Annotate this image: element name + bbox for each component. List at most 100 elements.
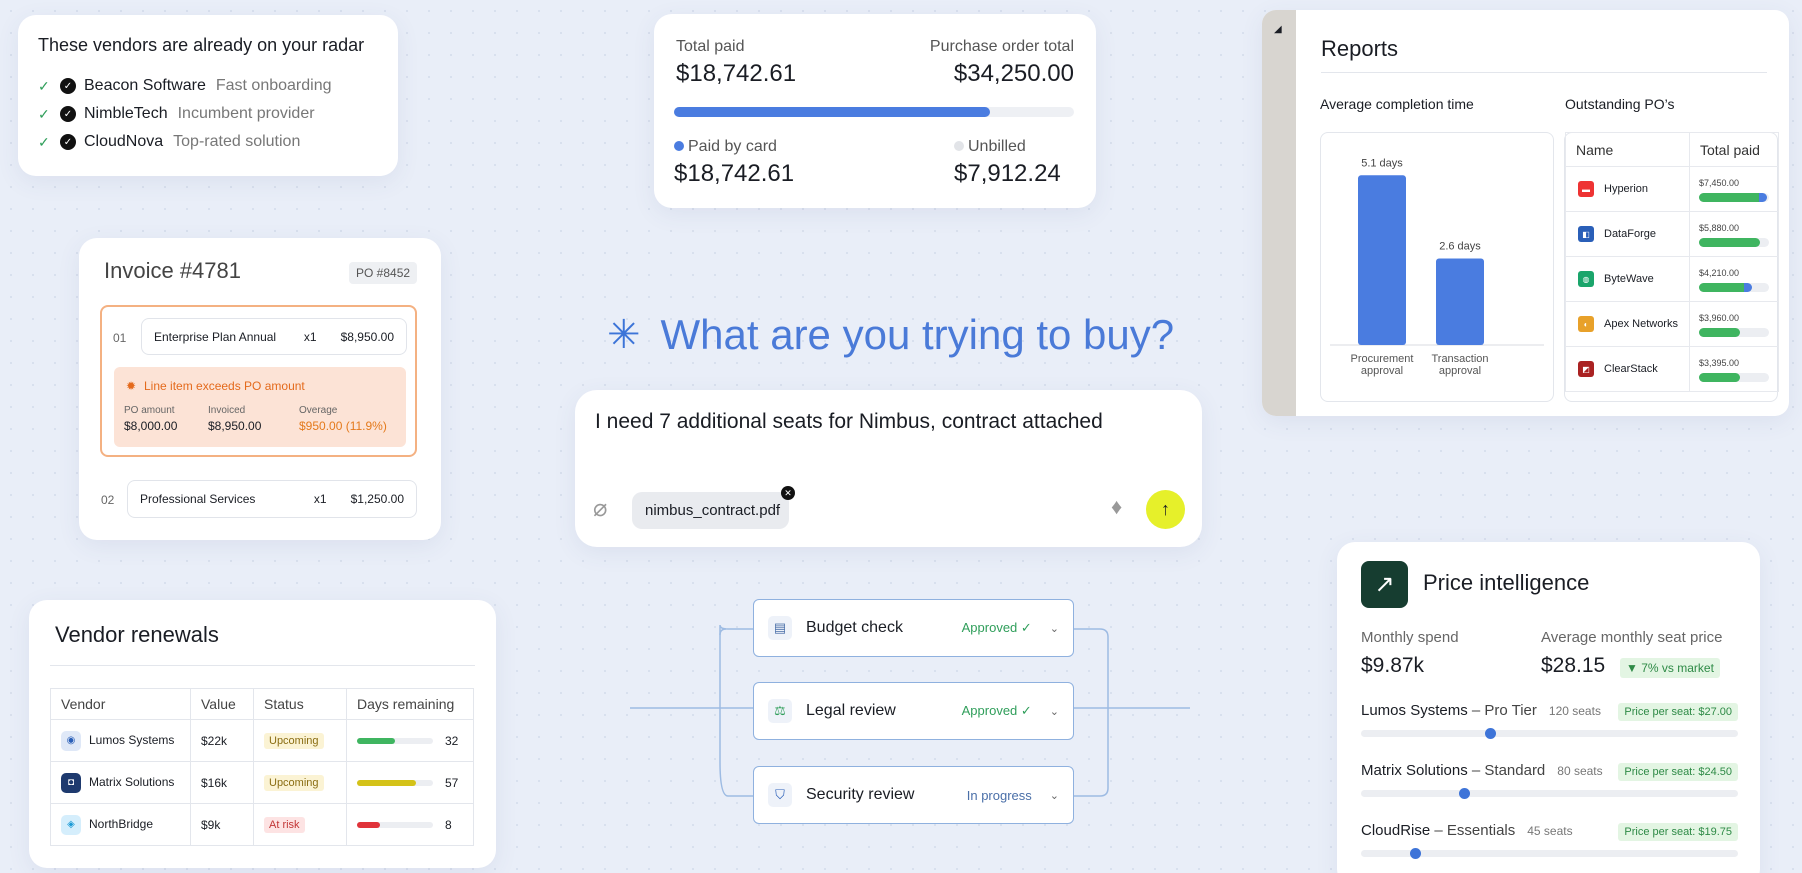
prompt-input[interactable]: I need 7 additional seats for Nimbus, co… xyxy=(595,410,1103,434)
sparkle-icon: ✳ xyxy=(607,313,641,357)
ledger-icon: ▤ xyxy=(768,616,792,640)
workflow-security-review[interactable]: ⛉ Security review In progress ⌄ xyxy=(753,766,1074,824)
po-vendor: Apex Networks xyxy=(1604,317,1678,330)
price-vendor: CloudRise – Essentials 45 seats xyxy=(1361,822,1573,839)
po-paid: $3,395.00 xyxy=(1699,357,1740,368)
po-paid-bar xyxy=(1699,192,1769,202)
line-number: 01 xyxy=(113,331,127,345)
attachment-chip[interactable]: nimbus_contract.pdf xyxy=(632,492,789,529)
payment-summary-card: Total paid $18,742.61 Purchase order tota… xyxy=(654,14,1096,208)
total-paid-value: $18,742.61 xyxy=(676,60,797,87)
po-total-value: $34,250.00 xyxy=(953,60,1074,87)
col-value: Value xyxy=(190,688,254,720)
days-bar xyxy=(357,738,433,745)
col-vendor: Vendor xyxy=(50,688,191,720)
arrow-up-icon: ↑ xyxy=(1161,499,1170,519)
step-status: Approved ✓ xyxy=(961,620,1032,635)
table-row[interactable]: ▬ Hyperion $7,450.00 xyxy=(1565,166,1779,212)
step-status: Approved ✓ xyxy=(961,703,1032,718)
divider xyxy=(1321,72,1767,73)
paperclip-icon[interactable]: ⌀ xyxy=(593,494,607,523)
po-badge: PO #8452 xyxy=(349,262,418,284)
check-icon: ✓ xyxy=(38,105,50,122)
paid-by-card-value: $18,742.61 xyxy=(674,160,795,187)
radar-title: These vendors are already on your radar xyxy=(38,35,365,55)
line-item-amount: $8,950.00 xyxy=(340,329,394,344)
vendor-value: $16k xyxy=(190,761,254,804)
po-paid: $5,880.00 xyxy=(1699,222,1740,233)
vendor-logo-icon: ▬ xyxy=(1578,181,1594,197)
send-button[interactable]: ↑ xyxy=(1146,490,1185,529)
sun-warning-icon: ✹ xyxy=(126,379,137,393)
chart-title: Average completion time xyxy=(1320,96,1474,112)
po-paid: $3,960.00 xyxy=(1699,312,1740,323)
table-row[interactable]: ◉ Lumos Systems $22k Upcoming 32 xyxy=(50,719,474,762)
ask-title: What are you trying to buy? xyxy=(660,311,1175,358)
line-item-amount: $1,250.00 xyxy=(350,492,404,506)
price-position-track xyxy=(1361,728,1738,739)
microphone-icon[interactable]: ♦ xyxy=(1111,494,1122,520)
table-row[interactable]: ◐ Apex Networks $3,960.00 xyxy=(1565,301,1779,347)
line-item-qty: x1 xyxy=(303,329,317,344)
table-row[interactable]: ◈ NorthBridge $9k At risk 8 xyxy=(50,803,474,846)
vendor-logo-icon: ◍ xyxy=(1578,271,1594,287)
invoiced-label: Invoiced xyxy=(208,405,246,416)
resize-icon[interactable]: ◢ xyxy=(1274,24,1282,35)
renewals-table: Vendor Value Status Days remaining ◉ Lumos S… xyxy=(50,688,474,846)
col-total-paid: Total paid xyxy=(1689,132,1779,167)
po-vendor: Hyperion xyxy=(1604,182,1649,195)
days-bar xyxy=(357,780,433,787)
seat-count: 120 seats xyxy=(1548,704,1601,718)
line-item-enterprise[interactable]: Enterprise Plan Annual x1 $8,950.00 xyxy=(141,318,407,355)
total-paid-label: Total paid xyxy=(676,38,745,55)
invoiced-value: $8,950.00 xyxy=(208,419,262,433)
chart-category-label: approval xyxy=(1361,365,1403,377)
vendor-radar-card: These vendors are already on your radar … xyxy=(18,15,398,176)
chevron-down-icon[interactable]: ⌄ xyxy=(1050,622,1059,635)
reports-title: Reports xyxy=(1321,36,1399,61)
line-item-services[interactable]: Professional Services x1 $1,250.00 xyxy=(127,480,417,518)
table-row[interactable]: ◧ DataForge $5,880.00 xyxy=(1565,211,1779,257)
table-row[interactable]: ◍ ByteWave $4,210.00 xyxy=(1565,256,1779,302)
days-value: 32 xyxy=(445,733,459,748)
radar-item[interactable]: ✓ ✓ CloudNova Top-rated solution xyxy=(38,128,378,156)
chart-bar xyxy=(1358,175,1406,345)
divider xyxy=(50,665,475,666)
po-paid-bar xyxy=(1699,237,1769,247)
chart-category-label: Transaction xyxy=(1431,353,1488,365)
radar-item[interactable]: ✓ ✓ Beacon Software Fast onboarding xyxy=(38,72,378,100)
price-position-track xyxy=(1361,848,1738,859)
table-row[interactable]: ◩ ClearStack $3,395.00 xyxy=(1565,346,1779,392)
vendor-logo-icon: ◐ xyxy=(1578,316,1594,332)
chevron-down-icon[interactable]: ⌄ xyxy=(1050,789,1059,802)
price-intelligence-card: ↗ Price intelligence Monthly spend $9.87… xyxy=(1337,542,1760,873)
po-amount-label: PO amount xyxy=(124,405,175,416)
price-per-seat-badge: Price per seat: $19.75 xyxy=(1618,823,1738,841)
po-total-label: Purchase order total xyxy=(929,38,1074,55)
overage-warning: ✹ Line item exceeds PO amount PO amount … xyxy=(114,367,406,447)
vendor-name: Matrix Solutions xyxy=(89,774,175,789)
status-badge: Upcoming xyxy=(264,732,324,749)
price-position-dot xyxy=(1410,848,1421,859)
remove-attachment-icon[interactable]: ✕ xyxy=(781,486,795,500)
workflow-legal-review[interactable]: ⚖ Legal review Approved ✓ ⌄ xyxy=(753,682,1074,740)
invoice-title: Invoice #4781 xyxy=(104,258,241,283)
days-value: 8 xyxy=(445,817,452,832)
price-title: Price intelligence xyxy=(1423,570,1590,595)
check-circle-icon: ✓ xyxy=(60,106,76,122)
workflow-budget-check[interactable]: ▤ Budget check Approved ✓ ⌄ xyxy=(753,599,1074,657)
table-row[interactable]: ◘ Matrix Solutions $16k Upcoming 57 xyxy=(50,761,474,804)
vendor-name: Matrix Solutions xyxy=(1361,762,1468,779)
prompt-box[interactable]: I need 7 additional seats for Nimbus, co… xyxy=(575,390,1202,547)
invoice-line-warning: 01 Enterprise Plan Annual x1 $8,950.00 ✹… xyxy=(100,305,417,457)
po-vendor: DataForge xyxy=(1604,227,1656,240)
chevron-down-icon[interactable]: ⌄ xyxy=(1050,705,1059,718)
vendor-name: NimbleTech xyxy=(84,105,168,122)
line-item-qty: x1 xyxy=(313,492,327,506)
radar-item[interactable]: ✓ ✓ NimbleTech Incumbent provider xyxy=(38,100,378,128)
price-per-seat-badge: Price per seat: $27.00 xyxy=(1618,703,1738,721)
matrix-logo-icon: ◘ xyxy=(61,772,81,793)
step-name: Security review xyxy=(806,786,915,803)
check-circle-icon: ✓ xyxy=(60,78,76,94)
market-delta-badge: ▼ 7% vs market xyxy=(1620,658,1720,678)
